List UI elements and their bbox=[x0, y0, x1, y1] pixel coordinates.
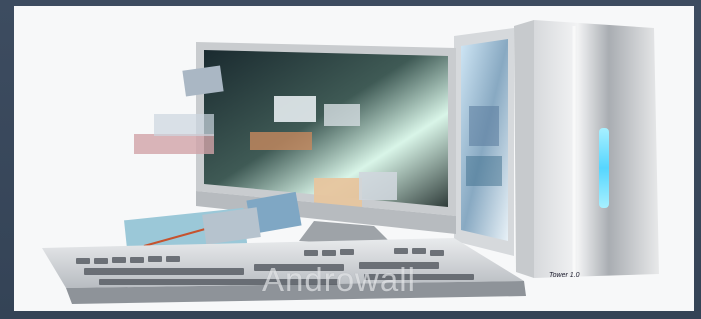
rear-monitor bbox=[454, 28, 514, 256]
computer-photo: Androwall Tower 1.0 bbox=[14, 6, 694, 311]
computer-tower bbox=[514, 20, 659, 278]
watermark-text: Androwall bbox=[262, 261, 416, 298]
power-light-icon bbox=[599, 128, 609, 208]
tower-badge: Tower 1.0 bbox=[549, 272, 580, 279]
